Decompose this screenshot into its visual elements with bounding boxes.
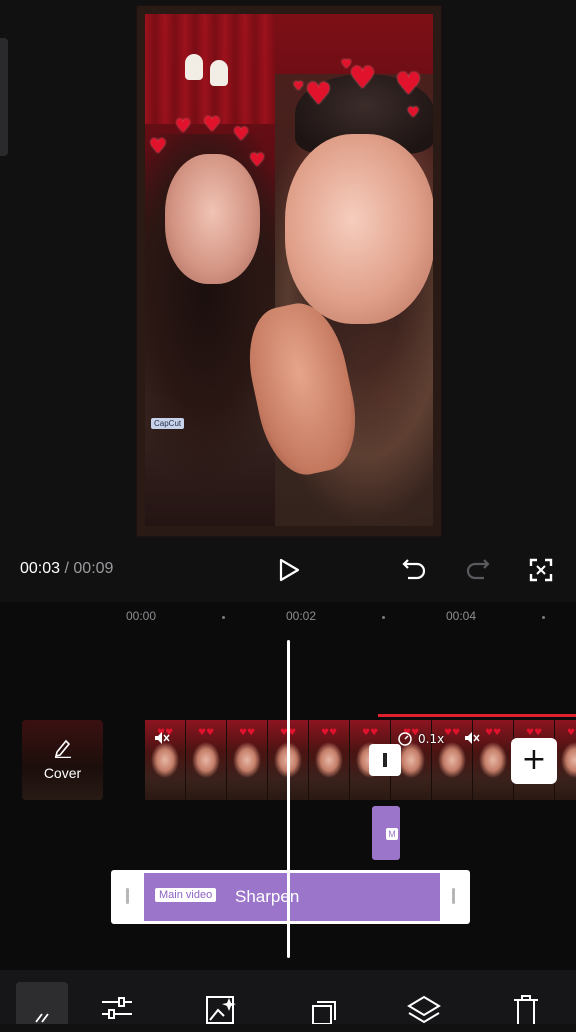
ruler-label: 00:00 bbox=[126, 609, 157, 623]
image-effect-button[interactable] bbox=[200, 994, 240, 1028]
ruler-tick bbox=[382, 616, 385, 619]
delete-button[interactable] bbox=[506, 994, 546, 1028]
fullscreen-icon bbox=[529, 558, 553, 582]
current-time: 00:03 bbox=[20, 560, 61, 577]
copy-icon bbox=[312, 1001, 336, 1024]
small-clip-label: M bbox=[386, 828, 398, 840]
small-effect-clip[interactable]: M bbox=[372, 806, 400, 860]
heart-sticker: ♥ bbox=[349, 61, 376, 96]
undo-icon bbox=[402, 559, 426, 580]
edit-pen-icon bbox=[54, 739, 71, 758]
layers-icon bbox=[407, 995, 441, 1024]
heart-sticker: ♥ bbox=[293, 79, 304, 93]
heart-sticker: ♥ bbox=[203, 112, 221, 136]
heart-sticker: ♥ bbox=[407, 105, 420, 121]
video-frame: ♥♥ bbox=[309, 720, 350, 800]
heart-sticker: ♥ bbox=[233, 124, 250, 145]
redo-button[interactable] bbox=[462, 556, 494, 584]
bottom-toolbar bbox=[0, 970, 576, 1024]
heart-sticker: ♥ bbox=[395, 67, 422, 102]
plus-icon: + bbox=[521, 742, 547, 777]
ghost-sticker bbox=[185, 54, 203, 80]
ruler-tick bbox=[222, 616, 225, 619]
ruler-label: 00:04 bbox=[446, 609, 477, 623]
cover-label: Cover bbox=[43, 765, 82, 781]
video-preview[interactable]: ♥ ♥ ♥ ♥ ♥ ♥ ♥ ♥ ♥ ♥ ♥ CapCut bbox=[137, 6, 441, 536]
heart-sticker: ♥ bbox=[149, 134, 167, 158]
ruler-tick bbox=[542, 616, 545, 619]
play-button[interactable] bbox=[274, 555, 304, 585]
selected-clip-indicator bbox=[378, 714, 576, 717]
transition-button[interactable] bbox=[369, 744, 401, 776]
video-frame: ♥♥ bbox=[227, 720, 268, 800]
playhead[interactable] bbox=[287, 640, 290, 958]
mute-icon bbox=[155, 732, 170, 744]
effect-badge: Main video bbox=[155, 888, 217, 902]
video-frame: ♥♥ bbox=[555, 720, 576, 800]
speed-label: 0.1x bbox=[418, 732, 445, 746]
watermark: CapCut bbox=[151, 418, 185, 429]
heart-sticker: ♥ bbox=[175, 116, 192, 137]
cover-button[interactable]: Cover bbox=[22, 720, 103, 800]
copy-button[interactable] bbox=[302, 998, 342, 1032]
trim-handle-left[interactable] bbox=[126, 888, 129, 904]
ghost-sticker bbox=[210, 60, 228, 86]
mute-icon bbox=[465, 732, 480, 744]
redo-icon bbox=[466, 559, 490, 580]
image-effect-icon bbox=[206, 996, 236, 1024]
heart-sticker: ♥ bbox=[249, 150, 266, 171]
preview-image: ♥ ♥ ♥ ♥ ♥ ♥ ♥ ♥ ♥ ♥ ♥ CapCut bbox=[145, 14, 433, 526]
video-frame: ♥♥ bbox=[186, 720, 227, 800]
trim-handle-right[interactable] bbox=[452, 888, 455, 904]
time-separator: / bbox=[64, 560, 69, 577]
ruler-label: 00:02 bbox=[286, 609, 317, 623]
add-clip-button[interactable]: + bbox=[511, 738, 557, 784]
total-time: 00:09 bbox=[73, 560, 114, 577]
heart-sticker: ♥ bbox=[305, 77, 332, 112]
heart-sticker: ♥ bbox=[341, 57, 352, 71]
fullscreen-button[interactable] bbox=[526, 556, 556, 584]
back-icon bbox=[35, 1013, 49, 1023]
back-button[interactable] bbox=[16, 982, 68, 1024]
adjust-icon bbox=[102, 997, 132, 1019]
delete-icon bbox=[514, 995, 538, 1024]
adjust-button[interactable] bbox=[97, 990, 137, 1024]
play-icon bbox=[279, 558, 300, 582]
timecode: 00:03 / 00:09 bbox=[20, 560, 113, 578]
transition-icon bbox=[383, 753, 387, 767]
side-panel-tab[interactable] bbox=[0, 38, 8, 156]
undo-button[interactable] bbox=[398, 556, 430, 584]
layers-button[interactable] bbox=[404, 994, 444, 1028]
